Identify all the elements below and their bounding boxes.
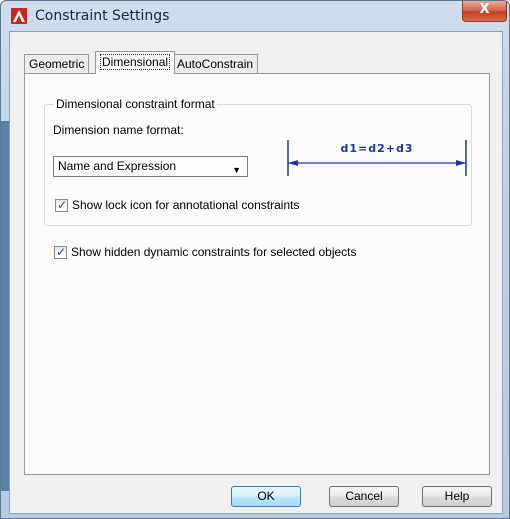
tab-dimensional[interactable]: Dimensional (95, 51, 176, 74)
window-title: Constraint Settings (35, 8, 170, 24)
hidden-constraints-checkbox-row[interactable]: ✓ Show hidden dynamic constraints for se… (54, 245, 357, 259)
checkmark-icon: ✓ (57, 197, 68, 212)
dimensional-tab-panel: Dimensional constraint format Dimension … (24, 73, 490, 475)
hidden-constraints-checkbox[interactable]: ✓ (54, 244, 67, 259)
tab-dimensional-label: Dimensional (100, 54, 171, 70)
background-window-edge (1, 121, 9, 491)
lock-icon-checkbox-row[interactable]: ✓ Show lock icon for annotational constr… (55, 198, 299, 212)
tab-autoconstrain-label: AutoConstrain (177, 57, 254, 71)
dimension-name-format-select[interactable]: Name and Expression ▼ (53, 156, 248, 177)
help-button[interactable]: Help (422, 486, 492, 507)
dimension-name-format-value: Name and Expression (58, 159, 177, 173)
hidden-constraints-checkbox-label: Show hidden dynamic constraints for sele… (71, 245, 357, 259)
tab-geometric[interactable]: Geometric (24, 54, 90, 73)
dimension-name-format-label: Dimension name format: (53, 123, 184, 137)
lock-icon-checkbox-label: Show lock icon for annotational constrai… (72, 198, 300, 212)
dimensional-constraint-format-group: Dimensional constraint format Dimension … (44, 97, 472, 226)
dialog-body: Geometric Dimensional AutoConstrain Dime… (9, 31, 503, 514)
autocad-logo-icon (11, 8, 27, 24)
close-button[interactable]: X (462, 1, 507, 22)
constraint-settings-dialog: Constraint Settings X Geometric Dimensio… (0, 0, 510, 519)
dropdown-arrow-icon: ▼ (232, 165, 241, 175)
preview-expression-text: d1=d2+d3 (340, 142, 413, 155)
cancel-button[interactable]: Cancel (329, 486, 399, 507)
title-bar[interactable]: Constraint Settings X (1, 1, 509, 31)
dimension-format-preview: d1=d2+d3 (287, 140, 467, 176)
group-title: Dimensional constraint format (54, 97, 217, 111)
lock-icon-checkbox[interactable]: ✓ (55, 197, 68, 212)
ok-button[interactable]: OK (231, 486, 301, 507)
tab-geometric-label: Geometric (29, 57, 85, 71)
checkmark-icon: ✓ (56, 244, 67, 259)
tab-autoconstrain[interactable]: AutoConstrain (172, 54, 259, 73)
